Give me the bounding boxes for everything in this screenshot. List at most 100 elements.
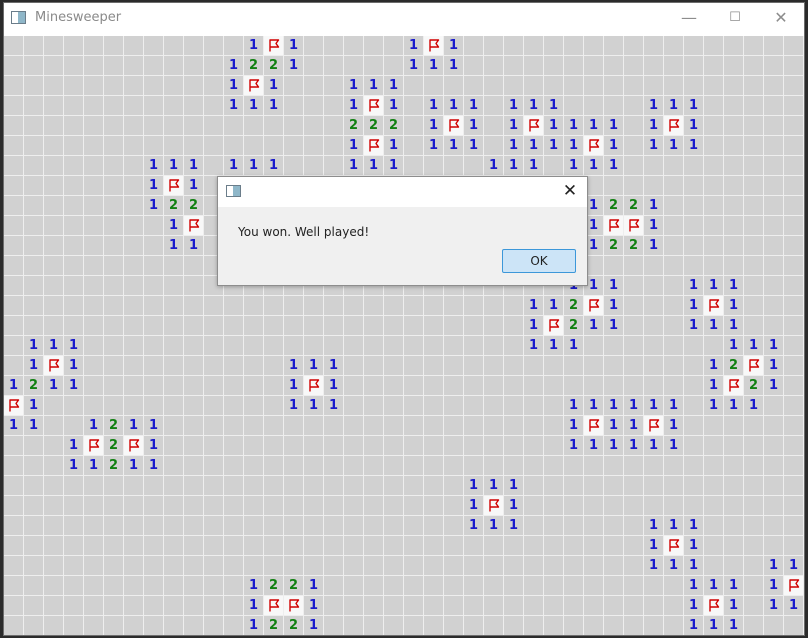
- revealed-empty-cell[interactable]: [64, 496, 84, 516]
- revealed-empty-cell[interactable]: [764, 276, 784, 296]
- revealed-empty-cell[interactable]: [24, 116, 44, 136]
- revealed-empty-cell[interactable]: [64, 216, 84, 236]
- number-cell[interactable]: 1: [644, 436, 664, 456]
- revealed-empty-cell[interactable]: [64, 96, 84, 116]
- number-cell[interactable]: 2: [104, 416, 124, 436]
- revealed-empty-cell[interactable]: [84, 296, 104, 316]
- revealed-empty-cell[interactable]: [124, 576, 144, 596]
- revealed-empty-cell[interactable]: [384, 456, 404, 476]
- revealed-empty-cell[interactable]: [184, 296, 204, 316]
- revealed-empty-cell[interactable]: [324, 116, 344, 136]
- revealed-empty-cell[interactable]: [284, 436, 304, 456]
- revealed-empty-cell[interactable]: [84, 536, 104, 556]
- revealed-empty-cell[interactable]: [44, 416, 64, 436]
- revealed-empty-cell[interactable]: [584, 96, 604, 116]
- number-cell[interactable]: 1: [324, 356, 344, 376]
- revealed-empty-cell[interactable]: [384, 516, 404, 536]
- revealed-empty-cell[interactable]: [444, 456, 464, 476]
- number-cell[interactable]: 1: [684, 316, 704, 336]
- revealed-empty-cell[interactable]: [184, 436, 204, 456]
- revealed-empty-cell[interactable]: [684, 236, 704, 256]
- revealed-empty-cell[interactable]: [344, 616, 364, 635]
- revealed-empty-cell[interactable]: [324, 436, 344, 456]
- revealed-empty-cell[interactable]: [644, 476, 664, 496]
- flagged-cell[interactable]: [724, 376, 744, 396]
- revealed-empty-cell[interactable]: [24, 476, 44, 496]
- number-cell[interactable]: 1: [144, 416, 164, 436]
- number-cell[interactable]: 1: [224, 76, 244, 96]
- revealed-empty-cell[interactable]: [84, 316, 104, 336]
- revealed-empty-cell[interactable]: [624, 56, 644, 76]
- revealed-empty-cell[interactable]: [304, 116, 324, 136]
- revealed-empty-cell[interactable]: [84, 76, 104, 96]
- revealed-empty-cell[interactable]: [64, 616, 84, 635]
- number-cell[interactable]: 1: [684, 136, 704, 156]
- revealed-empty-cell[interactable]: [584, 56, 604, 76]
- revealed-empty-cell[interactable]: [164, 316, 184, 336]
- revealed-empty-cell[interactable]: [564, 76, 584, 96]
- revealed-empty-cell[interactable]: [404, 436, 424, 456]
- revealed-empty-cell[interactable]: [624, 516, 644, 536]
- revealed-empty-cell[interactable]: [204, 456, 224, 476]
- number-cell[interactable]: 2: [564, 316, 584, 336]
- revealed-empty-cell[interactable]: [424, 476, 444, 496]
- revealed-empty-cell[interactable]: [524, 436, 544, 456]
- revealed-empty-cell[interactable]: [624, 356, 644, 376]
- revealed-empty-cell[interactable]: [404, 116, 424, 136]
- revealed-empty-cell[interactable]: [524, 556, 544, 576]
- revealed-empty-cell[interactable]: [324, 616, 344, 635]
- revealed-empty-cell[interactable]: [4, 456, 24, 476]
- revealed-empty-cell[interactable]: [484, 356, 504, 376]
- number-cell[interactable]: 1: [644, 96, 664, 116]
- number-cell[interactable]: 1: [584, 116, 604, 136]
- revealed-empty-cell[interactable]: [664, 376, 684, 396]
- revealed-empty-cell[interactable]: [544, 556, 564, 576]
- number-cell[interactable]: 2: [624, 196, 644, 216]
- revealed-empty-cell[interactable]: [344, 556, 364, 576]
- revealed-empty-cell[interactable]: [724, 136, 744, 156]
- number-cell[interactable]: 1: [564, 116, 584, 136]
- revealed-empty-cell[interactable]: [784, 156, 804, 176]
- revealed-empty-cell[interactable]: [484, 76, 504, 96]
- number-cell[interactable]: 1: [324, 396, 344, 416]
- revealed-empty-cell[interactable]: [784, 176, 804, 196]
- revealed-empty-cell[interactable]: [164, 396, 184, 416]
- revealed-empty-cell[interactable]: [124, 596, 144, 616]
- revealed-empty-cell[interactable]: [104, 156, 124, 176]
- number-cell[interactable]: 1: [644, 516, 664, 536]
- revealed-empty-cell[interactable]: [644, 36, 664, 56]
- revealed-empty-cell[interactable]: [4, 496, 24, 516]
- revealed-empty-cell[interactable]: [164, 116, 184, 136]
- revealed-empty-cell[interactable]: [764, 476, 784, 496]
- revealed-empty-cell[interactable]: [664, 476, 684, 496]
- number-cell[interactable]: 1: [684, 296, 704, 316]
- number-cell[interactable]: 1: [384, 96, 404, 116]
- number-cell[interactable]: 1: [484, 476, 504, 496]
- revealed-empty-cell[interactable]: [44, 216, 64, 236]
- revealed-empty-cell[interactable]: [164, 416, 184, 436]
- number-cell[interactable]: 1: [464, 516, 484, 536]
- number-cell[interactable]: 1: [764, 576, 784, 596]
- revealed-empty-cell[interactable]: [624, 616, 644, 635]
- revealed-empty-cell[interactable]: [44, 596, 64, 616]
- revealed-empty-cell[interactable]: [484, 416, 504, 436]
- number-cell[interactable]: 2: [244, 56, 264, 76]
- revealed-empty-cell[interactable]: [144, 316, 164, 336]
- revealed-empty-cell[interactable]: [724, 176, 744, 196]
- revealed-empty-cell[interactable]: [764, 436, 784, 456]
- revealed-empty-cell[interactable]: [744, 296, 764, 316]
- revealed-empty-cell[interactable]: [724, 116, 744, 136]
- revealed-empty-cell[interactable]: [404, 476, 424, 496]
- revealed-empty-cell[interactable]: [224, 296, 244, 316]
- revealed-empty-cell[interactable]: [184, 76, 204, 96]
- revealed-empty-cell[interactable]: [564, 476, 584, 496]
- number-cell[interactable]: 1: [344, 156, 364, 176]
- revealed-empty-cell[interactable]: [184, 116, 204, 136]
- revealed-empty-cell[interactable]: [144, 76, 164, 96]
- number-cell[interactable]: 1: [564, 136, 584, 156]
- revealed-empty-cell[interactable]: [144, 296, 164, 316]
- revealed-empty-cell[interactable]: [524, 536, 544, 556]
- revealed-empty-cell[interactable]: [444, 376, 464, 396]
- revealed-empty-cell[interactable]: [664, 56, 684, 76]
- revealed-empty-cell[interactable]: [324, 456, 344, 476]
